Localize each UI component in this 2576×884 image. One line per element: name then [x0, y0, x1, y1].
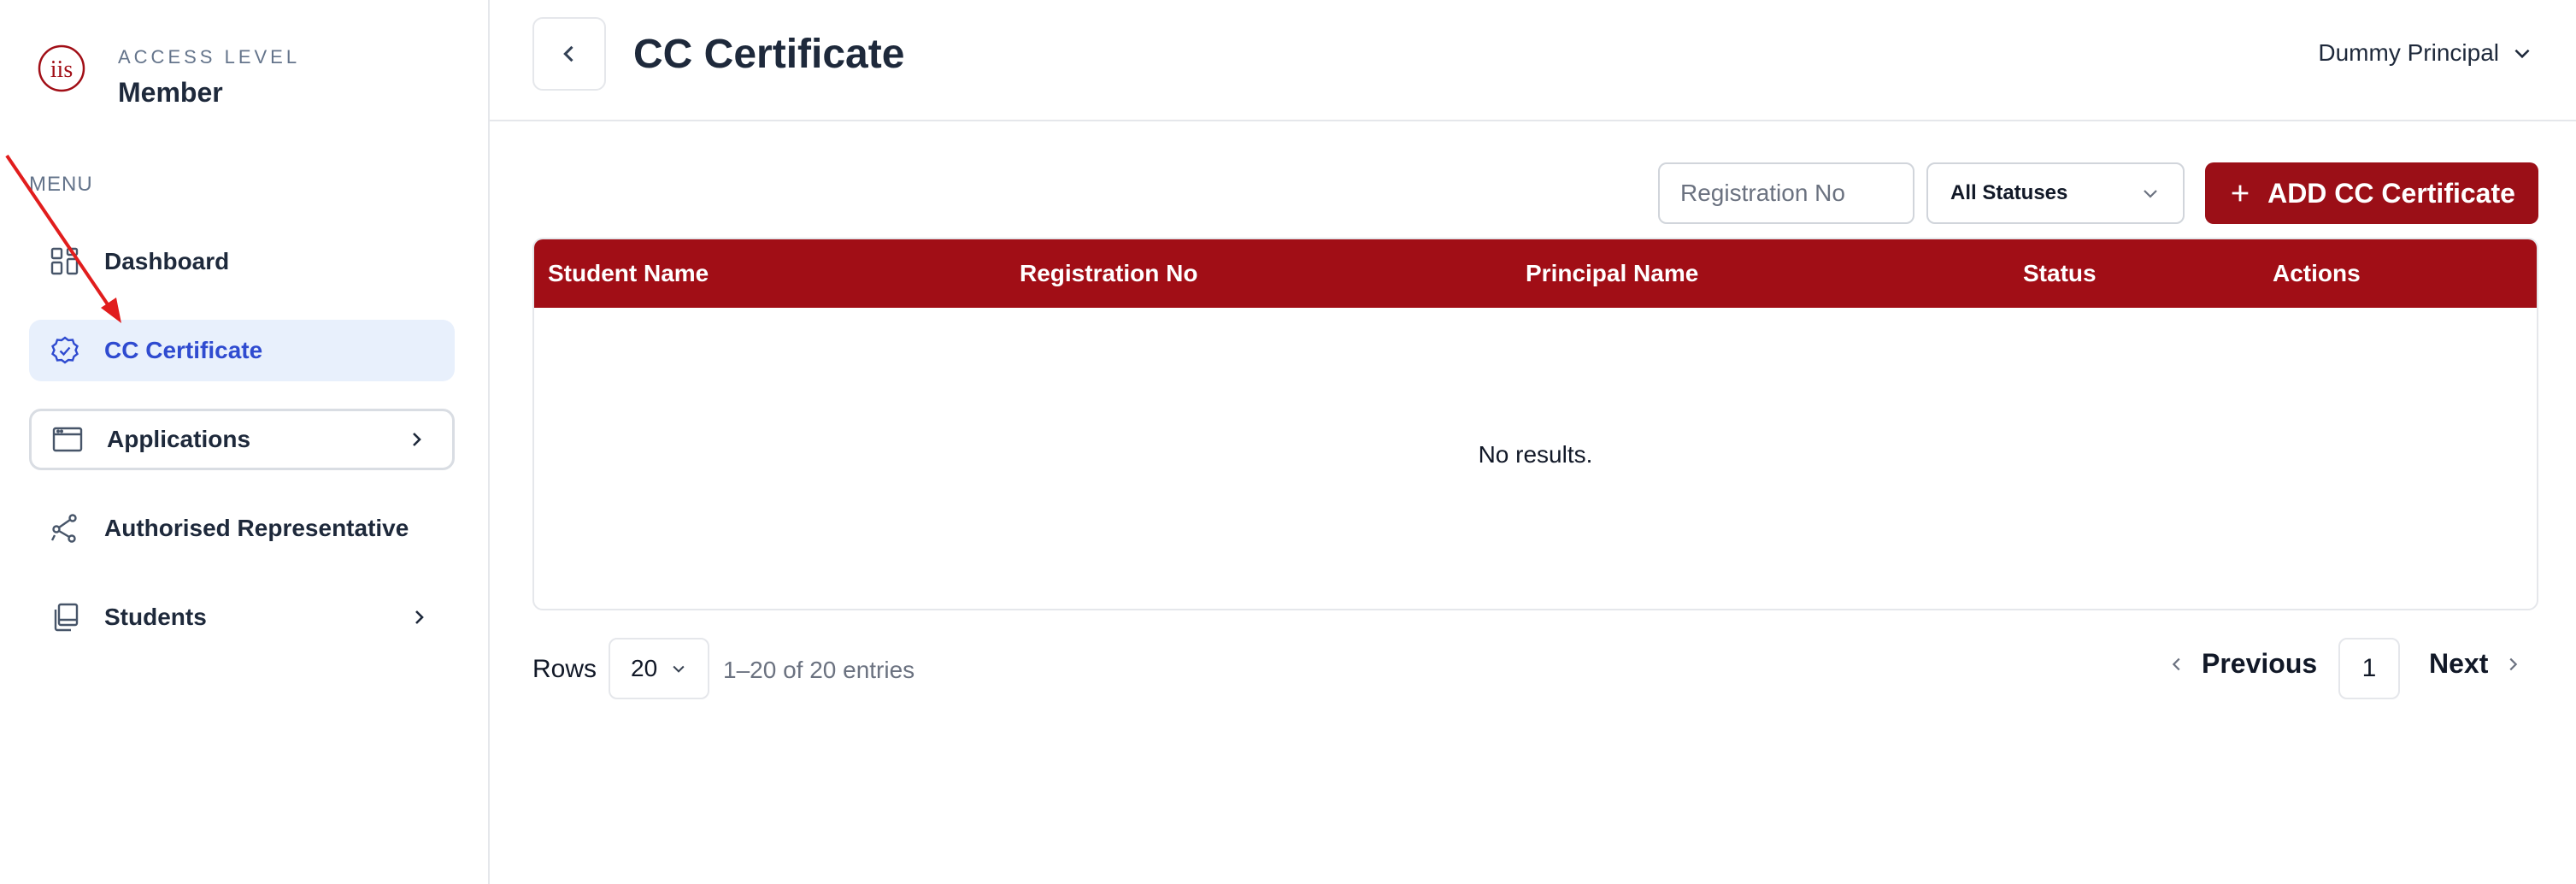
- nodes-icon: [50, 514, 77, 543]
- next-label: Next: [2429, 648, 2489, 679]
- back-button[interactable]: [532, 17, 606, 91]
- badge-check-icon: [51, 336, 79, 364]
- brand: iis ACCESS LEVEL Member: [34, 41, 297, 108]
- column-header-principal-name[interactable]: Principal Name: [1526, 260, 1698, 287]
- column-header-actions: Actions: [2273, 260, 2361, 286]
- sidebar: iis ACCESS LEVEL Member MENU Dashboard C…: [0, 0, 490, 884]
- entries-count: 1–20 of 20 entries: [723, 657, 915, 683]
- sidebar-item-authorised-representative[interactable]: Authorised Representative: [29, 498, 455, 559]
- sidebar-item-label: Applications: [107, 426, 251, 452]
- rows-per-page-select[interactable]: 20: [609, 638, 709, 699]
- table-header-row: Student Name Registration No Principal N…: [534, 239, 2537, 308]
- menu-section-label: MENU: [29, 173, 93, 196]
- page-number-button[interactable]: 1: [2338, 638, 2400, 699]
- plus-icon: [2232, 185, 2249, 202]
- certificates-table: Student Name Registration No Principal N…: [532, 238, 2538, 610]
- registration-search-input[interactable]: [1658, 162, 1914, 224]
- previous-page-button[interactable]: Previous: [2167, 648, 2317, 680]
- user-name: Dummy Principal: [2318, 39, 2499, 66]
- top-header: CC Certificate Dummy Principal: [490, 0, 2576, 121]
- rows-per-page-value: 20: [631, 655, 658, 681]
- sidebar-item-label: Authorised Representative: [104, 515, 409, 541]
- rows-label: Rows: [532, 655, 597, 683]
- chevron-left-icon: [2172, 657, 2180, 670]
- chevron-right-icon: [415, 610, 424, 624]
- previous-label: Previous: [2202, 648, 2318, 679]
- sidebar-item-label: Dashboard: [104, 248, 230, 274]
- svg-text:iis: iis: [50, 56, 73, 83]
- add-cc-certificate-button[interactable]: ADD CC Certificate: [2205, 162, 2538, 224]
- sidebar-item-label: Students: [104, 604, 207, 630]
- column-header-student-name[interactable]: Student Name: [548, 260, 709, 287]
- status-filter-value: All Statuses: [1950, 181, 2068, 204]
- chevron-right-icon: [413, 433, 421, 446]
- iis-logo-icon: iis: [38, 44, 85, 92]
- column-header-status[interactable]: Status: [2023, 260, 2097, 287]
- empty-state-message: No results.: [1478, 441, 1593, 468]
- app-root: iis ACCESS LEVEL Member MENU Dashboard C…: [0, 0, 2576, 884]
- chevron-down-icon: [2144, 190, 2157, 198]
- page-title: CC Certificate: [633, 32, 905, 77]
- browser-window-icon: [52, 427, 83, 452]
- add-button-label: ADD CC Certificate: [2267, 177, 2515, 209]
- status-filter-select[interactable]: All Statuses: [1926, 162, 2185, 224]
- access-level-block: ACCESS LEVEL Member: [118, 46, 300, 109]
- chevron-down-icon: [673, 665, 685, 673]
- chevron-left-icon: [563, 45, 573, 62]
- access-level-value: Member: [118, 77, 223, 108]
- access-level-label: ACCESS LEVEL: [118, 46, 301, 68]
- sidebar-item-applications[interactable]: Applications: [29, 409, 455, 470]
- next-page-button[interactable]: Next: [2429, 648, 2522, 680]
- column-header-registration-no[interactable]: Registration No: [1020, 260, 1197, 287]
- chevron-right-icon: [2509, 657, 2518, 670]
- sidebar-item-students[interactable]: Students: [29, 586, 455, 648]
- user-menu[interactable]: Dummy Principal: [2318, 39, 2533, 67]
- copy-stack-icon: [54, 603, 79, 632]
- sidebar-item-dashboard[interactable]: Dashboard: [29, 231, 455, 292]
- dashboard-grid-icon: [50, 247, 79, 275]
- sidebar-item-label: CC Certificate: [104, 337, 263, 363]
- sidebar-item-cc-certificate[interactable]: CC Certificate: [29, 320, 455, 381]
- chevron-down-icon: [2514, 49, 2530, 59]
